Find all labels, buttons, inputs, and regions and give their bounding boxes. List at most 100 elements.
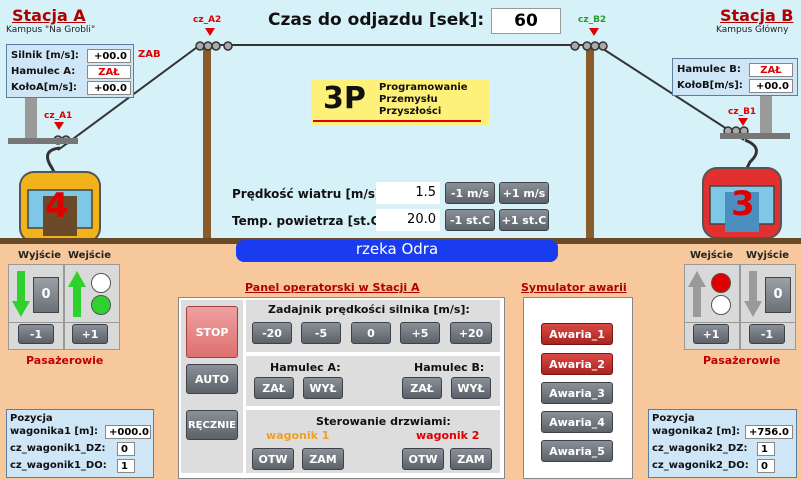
countdown-value: 60 <box>491 8 561 34</box>
arrow-down-icon <box>12 271 30 317</box>
sensor-a1-label: cz_A1 <box>44 111 73 121</box>
enter-box-left <box>64 264 120 324</box>
station-b-title[interactable]: Stacja B <box>720 6 794 25</box>
speed-zero-button[interactable]: 0 <box>351 322 391 344</box>
logo-3p: 3P Programowanie Przemysłu Przyszłości <box>311 79 489 125</box>
station-b-subtitle: Kampus Główny <box>716 25 789 35</box>
do-right-label: cz_wagonik2_DO: <box>652 460 749 471</box>
sensor-b1-marker <box>738 118 748 126</box>
sensor-b1-label: cz_B1 <box>728 107 757 117</box>
tower-b2 <box>586 45 594 241</box>
speed-minus5-button[interactable]: -5 <box>301 322 341 344</box>
temp-label: Temp. powietrza [st.C]: <box>232 214 390 228</box>
wind-minus-button[interactable]: -1 m/s <box>445 182 495 204</box>
speed-minus20-button[interactable]: -20 <box>252 322 292 344</box>
wagon2-open-button[interactable]: OTW <box>402 448 444 470</box>
stop-button[interactable]: STOP <box>186 306 238 358</box>
wheel-b-value: +00.0 <box>749 79 793 93</box>
wagon2-label: wagonik 2 <box>416 429 480 442</box>
pos-left-label2: wagonika1 [m]: <box>10 426 98 437</box>
pulleys-a2 <box>195 41 233 51</box>
speed-plus20-button[interactable]: +20 <box>450 322 492 344</box>
pos-left-value: +000.0 <box>105 425 151 439</box>
fault-simulator-title: Symulator awarii <box>521 281 627 294</box>
operator-panel-title: Panel operatorski w Stacji A <box>245 281 420 294</box>
pos-right-label2: wagonika2 [m]: <box>652 426 740 437</box>
exit-label-right: Wyjście <box>746 250 790 261</box>
wagon1-open-button[interactable]: OTW <box>252 448 294 470</box>
pos-right-label1: Pozycja <box>652 413 695 424</box>
light-red-icon <box>711 273 731 293</box>
brake-a-on-button[interactable]: ZAŁ <box>254 377 294 399</box>
do-left-label: cz_wagonik1_DO: <box>10 460 107 471</box>
passengers-right-caption: Pasażerowie <box>703 354 781 367</box>
speed-title: Zadajnik prędkości silnika [m/s]: <box>268 303 470 316</box>
enter-plus-right-button[interactable]: +1 <box>693 324 729 344</box>
dz-left-label: cz_wagonik1_DZ: <box>10 443 106 454</box>
motor-value: +00.0 <box>87 49 131 63</box>
exit-minus-right-button[interactable]: -1 <box>749 324 785 344</box>
temp-value: 20.0 <box>376 209 440 231</box>
wagon1-close-button[interactable]: ZAM <box>302 448 344 470</box>
wheel-b-label: KołoB[m/s]: <box>677 80 743 91</box>
logo-line3: Przyszłości <box>379 106 442 117</box>
do-right-value: 0 <box>757 459 775 473</box>
do-left-value: 1 <box>117 459 135 473</box>
light-green-icon <box>91 295 111 315</box>
station-a-subtitle: Kampus "Na Grobli" <box>6 25 96 35</box>
sensor-a2-label: cz_A2 <box>193 15 222 25</box>
sensor-a1-marker <box>54 122 64 130</box>
tower-a2 <box>203 45 211 241</box>
motor-label: Silnik [m/s]: <box>11 50 79 61</box>
enter-plus-left-button[interactable]: +1 <box>72 324 108 344</box>
station-a-panel: Silnik [m/s]: +00.0 Hamulec A: ZAŁ KołoA… <box>6 44 134 98</box>
logo-line1: Programowanie <box>379 82 468 93</box>
temp-plus-button[interactable]: +1 st.C <box>499 209 549 231</box>
pos-right-value: +756.0 <box>745 425 793 439</box>
enter-label-left: Wejście <box>68 250 111 261</box>
light-off-icon <box>711 295 731 315</box>
temp-minus-button[interactable]: -1 st.C <box>445 209 495 231</box>
zab-indicator: ZAB <box>138 49 161 60</box>
brake-a-value: ZAŁ <box>87 65 131 79</box>
gondola-right-number: 3 <box>731 184 755 224</box>
brake-a-off-button[interactable]: WYŁ <box>303 377 343 399</box>
brake-a-label: Hamulec A: <box>11 66 76 77</box>
fault-2-button[interactable]: Awaria_2 <box>541 353 613 375</box>
wind-value: 1.5 <box>376 182 440 204</box>
countdown-label: Czas do odjazdu [sek]: <box>268 10 485 30</box>
wind-plus-button[interactable]: +1 m/s <box>499 182 549 204</box>
fault-1-button[interactable]: Awaria_1 <box>541 323 613 345</box>
logo-big: 3P <box>323 81 366 116</box>
light-off-icon <box>91 273 111 293</box>
brake-b-label: Hamulec B: <box>677 64 741 75</box>
brake-a-control-label: Hamulec A: <box>270 361 341 374</box>
exit-box-right: 0 <box>740 264 796 324</box>
arrow-down-icon <box>744 271 762 317</box>
speed-plus5-button[interactable]: +5 <box>400 322 440 344</box>
brake-b-on-button[interactable]: ZAŁ <box>402 377 442 399</box>
exit-minus-left-button[interactable]: -1 <box>18 324 54 344</box>
station-a-title[interactable]: Stacja A <box>12 6 86 25</box>
station-b-panel: Hamulec B: ZAŁ KołoB[m/s]: +00.0 <box>672 58 798 96</box>
auto-button[interactable]: AUTO <box>186 364 238 394</box>
wheel-a-label: KołoA[m/s]: <box>11 82 77 93</box>
passengers-left-caption: Pasażerowie <box>26 354 104 367</box>
sensor-a2-marker <box>205 28 215 36</box>
enter-box-right <box>684 264 740 324</box>
fault-5-button[interactable]: Awaria_5 <box>541 440 613 462</box>
position-panel-left: Pozycja wagonika1 [m]: +000.0 cz_wagonik… <box>6 409 154 478</box>
fault-4-button[interactable]: Awaria_4 <box>541 411 613 433</box>
dz-left-value: 0 <box>117 442 135 456</box>
brake-b-off-button[interactable]: WYŁ <box>451 377 491 399</box>
brake-b-value: ZAŁ <box>749 63 793 77</box>
arrow-up-icon <box>68 271 86 317</box>
arrow-up-icon <box>688 271 706 317</box>
fault-3-button[interactable]: Awaria_3 <box>541 382 613 404</box>
wagon2-close-button[interactable]: ZAM <box>450 448 492 470</box>
manual-button[interactable]: RĘCZNIE <box>186 410 238 440</box>
sensor-b2-label: cz_B2 <box>578 15 607 25</box>
brake-b-control-label: Hamulec B: <box>414 361 485 374</box>
wheel-a-value: +00.0 <box>87 81 131 95</box>
wind-label: Prędkość wiatru [m/s]: <box>232 187 386 201</box>
